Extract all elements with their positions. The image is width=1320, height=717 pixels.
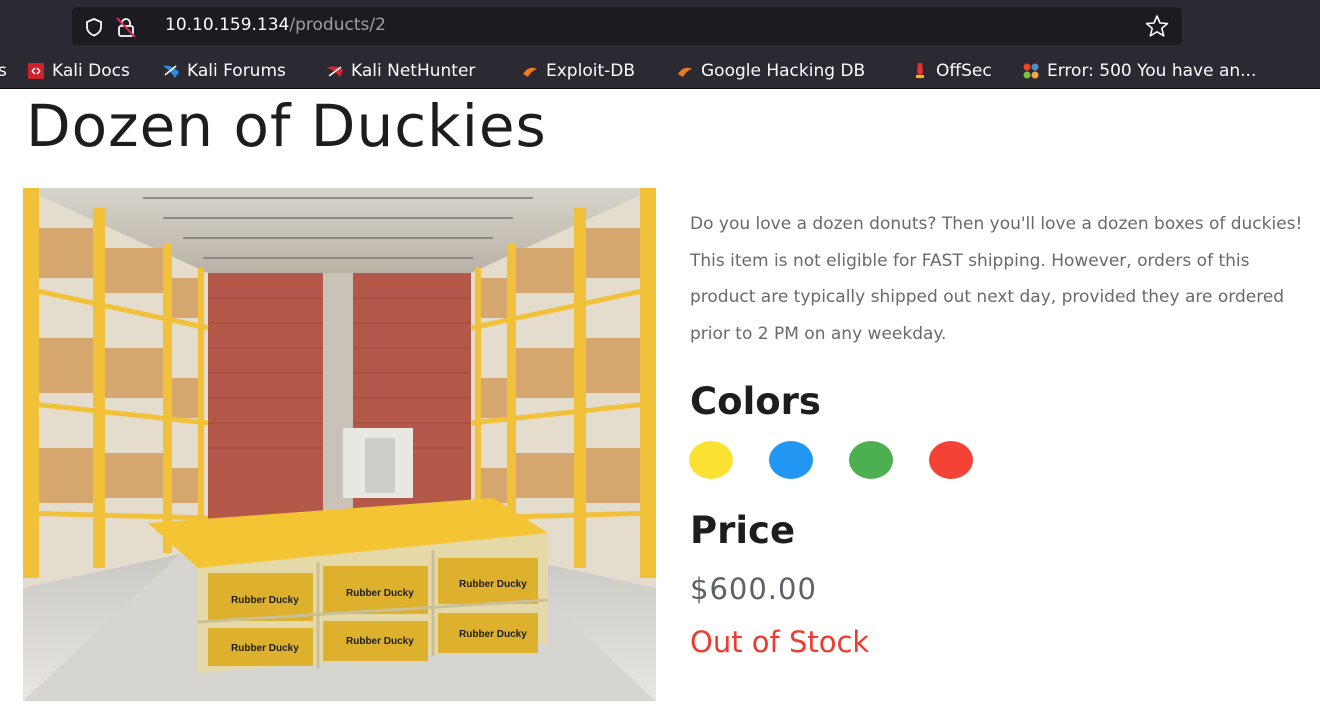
- bookmark-kali-docs[interactable]: Kali Docs: [27, 60, 130, 82]
- bookmarks-toolbar: s Kali Docs Kali Forums Kali NetHunter E…: [0, 51, 1320, 89]
- bookmark-exploit-db[interactable]: Exploit-DB: [521, 60, 635, 82]
- kali-forums-icon: [163, 65, 179, 78]
- duck-box-label: Rubber Ducky: [459, 629, 527, 640]
- url-host: 10.10.159.134: [165, 15, 290, 35]
- bookmark-kali-nethunter[interactable]: Kali NetHunter: [326, 60, 475, 82]
- duck-box-label: Rubber Ducky: [346, 588, 414, 599]
- insecure-lock-icon[interactable]: [114, 15, 138, 39]
- color-swatch-yellow[interactable]: [689, 441, 733, 479]
- bookmark-label: s: [0, 61, 7, 81]
- color-swatch-blue[interactable]: [769, 441, 813, 479]
- bookmark-label: Exploit-DB: [546, 61, 635, 81]
- exploit-db-icon: [523, 67, 537, 77]
- duck-box-label: Rubber Ducky: [459, 579, 527, 590]
- product-title: Dozen of Duckies: [26, 92, 547, 160]
- bookmark-label: OffSec: [936, 61, 992, 81]
- bookmark-star-icon[interactable]: [1144, 14, 1170, 38]
- color-swatch-green[interactable]: [849, 441, 893, 479]
- price-heading: Price: [690, 509, 796, 552]
- browser-toolbar: 10.10.159.134/products/2: [0, 0, 1320, 51]
- bookmark-error-500[interactable]: Error: 500 You have an...: [1022, 60, 1256, 82]
- color-swatch-red[interactable]: [929, 441, 973, 479]
- stock-status: Out of Stock: [690, 625, 870, 659]
- url-text[interactable]: 10.10.159.134/products/2: [165, 15, 386, 35]
- url-path: /products/2: [289, 15, 386, 35]
- bookmark-offsec[interactable]: OffSec: [911, 60, 992, 82]
- bookmark-label: Kali NetHunter: [351, 61, 476, 81]
- bookmark-google-hacking-db[interactable]: Google Hacking DB: [676, 60, 865, 82]
- bookmark-label: Error: 500 You have an...: [1047, 61, 1257, 81]
- bookmark-truncated[interactable]: s: [0, 60, 7, 82]
- product-price: $600.00: [690, 572, 817, 606]
- product-image: Rubber Ducky Rubber Ducky Rubber Ducky R…: [23, 188, 656, 701]
- kali-nethunter-icon: [327, 66, 343, 77]
- kali-docs-icon: [28, 63, 44, 79]
- duck-boxes: Rubber Ducky Rubber Ducky Rubber Ducky R…: [148, 498, 549, 673]
- product-description: Do you love a dozen donuts? Then you'll …: [690, 214, 1303, 344]
- colors-heading: Colors: [690, 380, 821, 423]
- offsec-icon: [916, 63, 924, 79]
- duck-box-label: Rubber Ducky: [346, 636, 414, 647]
- bookmark-label: Kali Docs: [52, 61, 130, 81]
- bookmark-label: Kali Forums: [187, 61, 286, 81]
- duck-box-label: Rubber Ducky: [231, 643, 299, 654]
- bookmark-kali-forums[interactable]: Kali Forums: [162, 60, 286, 82]
- duck-box-label: Rubber Ducky: [231, 595, 299, 606]
- tracking-protection-shield-icon[interactable]: [84, 17, 104, 37]
- bookmark-label: Google Hacking DB: [701, 61, 866, 81]
- joomla-icon: [1023, 63, 1039, 79]
- ghdb-icon: [678, 67, 692, 77]
